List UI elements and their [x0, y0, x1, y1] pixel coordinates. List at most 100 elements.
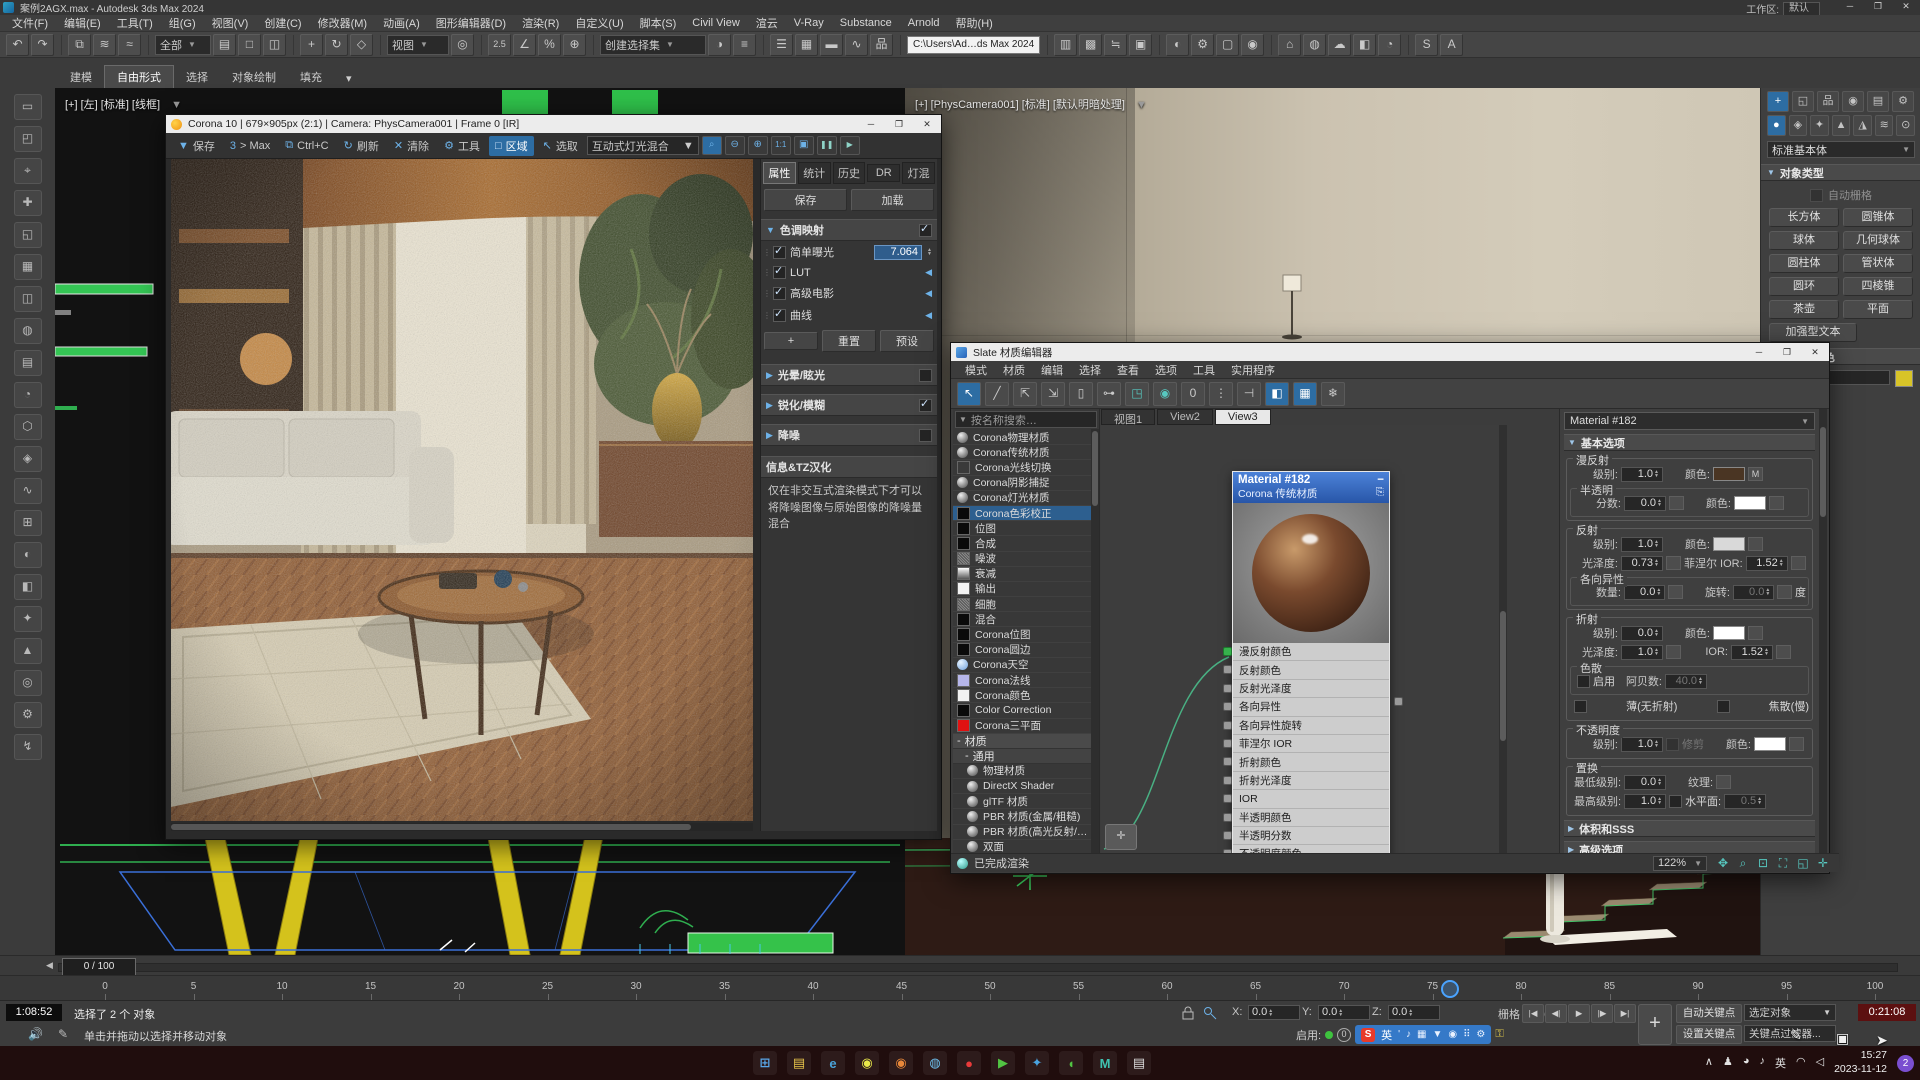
autogrid-checkbox[interactable]: 自动栅格 — [1761, 187, 1920, 203]
node-slot-不透明度颜色[interactable]: 不透明度颜色 — [1233, 845, 1389, 853]
material-list-item[interactable]: PBR 材质(高光反射/… — [953, 825, 1099, 840]
parameter-scrollbar[interactable] — [1819, 409, 1827, 853]
minimize-button[interactable]: ─ — [1836, 0, 1864, 13]
tray-wifi-icon[interactable]: ◠ — [1796, 1055, 1806, 1071]
vfb-minimize-button[interactable]: ─ — [857, 115, 885, 133]
node-view-scrollbar[interactable] — [1499, 425, 1507, 853]
pan-widget[interactable]: ✛ — [1105, 824, 1137, 850]
input-socket[interactable] — [1223, 647, 1232, 656]
search-by-name-input[interactable]: ▼按名称搜索… — [955, 411, 1097, 428]
spinner[interactable]: ▲▼ — [1654, 740, 1659, 748]
start-button[interactable]: ⊞ — [753, 1051, 777, 1075]
vfb-titlebar[interactable]: Corona 10 | 679×905px (2:1) | Camera: Ph… — [166, 115, 941, 133]
render-production-icon[interactable]: ◉ — [1241, 34, 1264, 56]
recorder-icon[interactable]: ● — [957, 1051, 981, 1075]
viewport-left-label[interactable]: [+] [左] [标准] [线框] ▼ — [65, 96, 182, 112]
node-slot-各向异性旋转[interactable]: 各向异性旋转 — [1233, 717, 1389, 735]
material-list-item[interactable]: Corona光线切换 — [953, 460, 1099, 475]
spinner[interactable]: ▲▼ — [1654, 470, 1659, 478]
ribbon-tab-3[interactable]: 对象绘制 — [220, 66, 288, 88]
fit-icon[interactable]: ▣ — [794, 136, 814, 155]
material-list-item[interactable]: 输出 — [953, 582, 1099, 597]
skin-icon[interactable]: ▼ — [1432, 1029, 1442, 1040]
go-start-button[interactable]: |◀ — [1522, 1004, 1544, 1023]
sme-titlebar[interactable]: Slate 材质编辑器 ─❐✕ — [951, 343, 1829, 361]
node-slot-IOR[interactable]: IOR — [1233, 790, 1389, 808]
tray-status-icon[interactable]: ◕ — [1743, 1055, 1750, 1071]
teapot-icon[interactable]: ◔ — [1378, 34, 1401, 56]
spinner-snap-icon[interactable]: ⊕ — [563, 34, 586, 56]
tone-button-+[interactable]: + — [764, 332, 818, 350]
scale-icon[interactable]: ◇ — [350, 34, 373, 56]
left-strip-icon-2[interactable]: ⌖ — [14, 158, 42, 184]
material-list-item[interactable]: 噪波 — [953, 552, 1099, 567]
sme-minimize-button[interactable]: ─ — [1745, 343, 1773, 361]
sme-menu-0[interactable]: 模式 — [957, 362, 995, 378]
use-pivot-icon[interactable]: ◎ — [451, 34, 474, 56]
node-output-socket[interactable] — [1394, 697, 1403, 706]
menu-item-1[interactable]: 编辑(E) — [56, 15, 109, 31]
primitive-button-圆锥体[interactable]: 圆锥体 — [1843, 208, 1913, 227]
rollout-光晕/眩光[interactable]: ▶光晕/眩光 — [761, 364, 937, 386]
render-image[interactable] — [171, 159, 753, 821]
close-button[interactable]: ✕ — [1892, 0, 1920, 13]
input-socket[interactable] — [1223, 776, 1232, 785]
time-slider-groove[interactable] — [58, 963, 1898, 972]
left-strip-icon-1[interactable]: ◰ — [14, 126, 42, 152]
layer-manager-icon[interactable]: ▦ — [795, 34, 818, 56]
material-list-item[interactable]: 混合 — [953, 612, 1099, 627]
param-checkbox[interactable] — [1666, 738, 1679, 751]
ime-mode[interactable]: 英 — [1381, 1027, 1392, 1043]
rollout-高级选项[interactable]: ▶高级选项 — [1564, 841, 1815, 853]
param-value-field[interactable]: 1.52▲▼ — [1731, 645, 1773, 660]
select-link-icon[interactable]: ⧉ — [68, 34, 91, 56]
play-button[interactable]: ▶ — [1568, 1004, 1590, 1023]
maximize-button[interactable]: ❐ — [1864, 0, 1892, 13]
clear-button[interactable]: ✕清除 — [388, 136, 435, 156]
vfb-hscrollbar[interactable] — [171, 823, 753, 831]
display-tab[interactable]: ▤ — [1867, 91, 1889, 112]
selection-filter-dropdown[interactable]: 全部▼ — [155, 35, 211, 55]
spinner[interactable]: ▲▼ — [927, 248, 932, 256]
autokey-button[interactable]: 自动关键点 — [1676, 1004, 1742, 1023]
globe-icon[interactable]: ◍ — [1303, 34, 1326, 56]
material-node[interactable]: Material #182− Corona 传统材质⎘ 漫反射颜色反射颜色反射光… — [1232, 471, 1390, 853]
angle-snap-icon[interactable]: ∠ — [513, 34, 536, 56]
primitive-button-圆柱体[interactable]: 圆柱体 — [1769, 254, 1839, 273]
pick-material-icon[interactable]: ╱ — [985, 382, 1009, 406]
primitive-button-圆环[interactable]: 圆环 — [1769, 277, 1839, 296]
utilities-tab[interactable]: ⚙ — [1892, 91, 1914, 112]
param-value-field[interactable]: 0.0▲▼ — [1624, 775, 1666, 790]
timeline-ruler[interactable]: 0510152025303540455055606570758085909510… — [0, 975, 1920, 1001]
object-type-rollout[interactable]: ▼对象类型 — [1761, 164, 1920, 181]
material-list-item[interactable]: PBR 材质(金属/粗糙) — [953, 809, 1099, 824]
menu-item-10[interactable]: 自定义(U) — [567, 15, 631, 31]
scene-explorer-icon[interactable]: ☰ — [770, 34, 793, 56]
tone-row-LUT[interactable]: ⋮LUT◀ — [761, 263, 937, 282]
sme-menu-2[interactable]: 编辑 — [1033, 362, 1071, 378]
notification-badge[interactable]: 2 — [1897, 1055, 1914, 1072]
parameter-header-dropdown[interactable]: Material #182▼ — [1564, 412, 1815, 430]
y-field[interactable]: 0.0▲▼ — [1318, 1005, 1370, 1020]
menu-item-13[interactable]: 渲云 — [748, 15, 786, 31]
create-tab[interactable]: + — [1767, 91, 1789, 112]
material-list-item[interactable]: Color Correction — [953, 703, 1099, 718]
sme-menu-7[interactable]: 实用程序 — [1223, 362, 1283, 378]
rollout-体积和SSS[interactable]: ▶体积和SSS — [1564, 820, 1815, 837]
refresh-button[interactable]: ↻刷新 — [338, 136, 385, 156]
material-list-item[interactable]: Corona天空 — [953, 658, 1099, 673]
rect-region-icon[interactable]: □ — [238, 34, 261, 56]
spinner[interactable]: ▲▼ — [1656, 588, 1661, 596]
workspace-dropdown[interactable]: 默认 — [1783, 2, 1820, 16]
ribbon-toggle-icon[interactable]: ▬ — [820, 34, 843, 56]
map-slot-button[interactable] — [1666, 645, 1681, 659]
material-list-item[interactable]: Corona三平面 — [953, 719, 1099, 734]
home-icon[interactable]: ⌂ — [1278, 34, 1301, 56]
pan-icon[interactable]: ✛ — [1813, 856, 1833, 871]
media-player-icon[interactable]: ▶ — [991, 1051, 1015, 1075]
param-value-field[interactable]: 0.0▲▼ — [1624, 585, 1665, 600]
bind-spacewarp-icon[interactable]: ≈ — [118, 34, 141, 56]
spinner[interactable]: ▲▼ — [1657, 778, 1662, 786]
pan-hand-icon[interactable]: ✥ — [1713, 856, 1733, 871]
align2-icon[interactable]: ≒ — [1104, 34, 1127, 56]
